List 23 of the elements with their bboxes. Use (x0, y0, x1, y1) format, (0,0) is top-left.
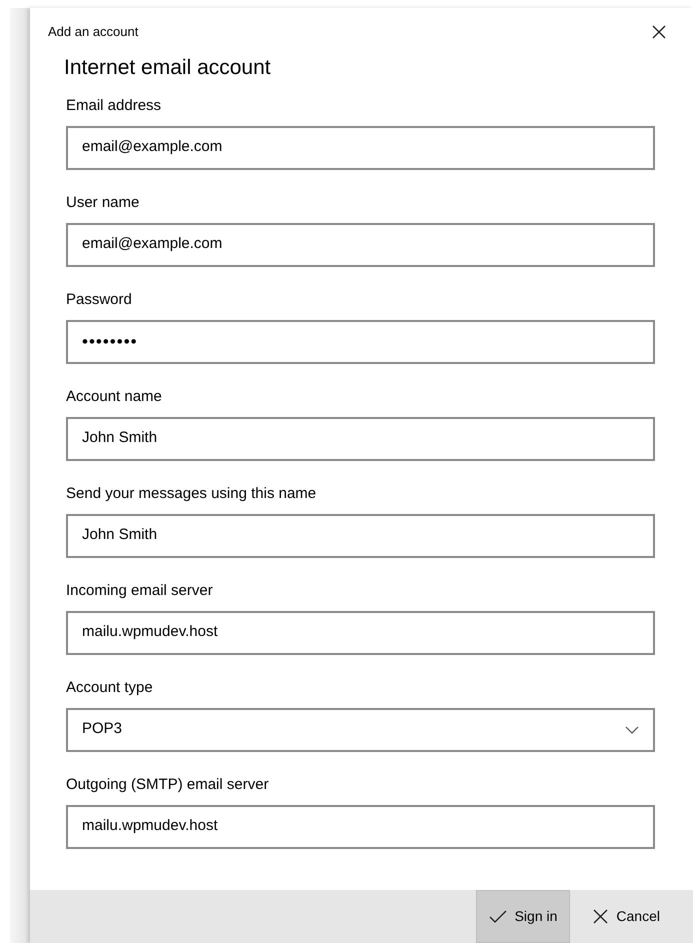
field-label: Incoming email server (66, 580, 214, 600)
field-label: Password (66, 290, 133, 310)
field-label: Account name (66, 386, 163, 406)
checkmark-icon (488, 910, 507, 924)
chevron-down-icon (625, 726, 639, 734)
password-field[interactable]: •••••••• (66, 320, 655, 364)
field-label: Send your messages using this name (66, 484, 318, 504)
cancel-button[interactable]: Cancel (580, 890, 673, 943)
input-field[interactable]: John Smith (66, 416, 655, 460)
field-label: User name (66, 192, 140, 212)
input-field[interactable]: email@example.com (66, 126, 655, 170)
dialog-title: Add an account (48, 23, 138, 42)
field-label: Outgoing (SMTP) email server (66, 774, 270, 794)
account-type-dropdown[interactable]: POP3 (66, 708, 655, 752)
dialog-heading: Internet email account (64, 55, 272, 81)
sign-in-button[interactable]: Sign in (476, 890, 570, 943)
close-icon (593, 909, 608, 924)
field-label: Email address (66, 96, 162, 116)
input-field[interactable]: email@example.com (66, 222, 655, 266)
field-label: Account type (66, 678, 154, 698)
input-field[interactable]: mailu.wpmudev.host (66, 804, 655, 848)
input-field[interactable]: John Smith (66, 514, 655, 558)
input-field[interactable]: mailu.wpmudev.host (66, 610, 655, 654)
